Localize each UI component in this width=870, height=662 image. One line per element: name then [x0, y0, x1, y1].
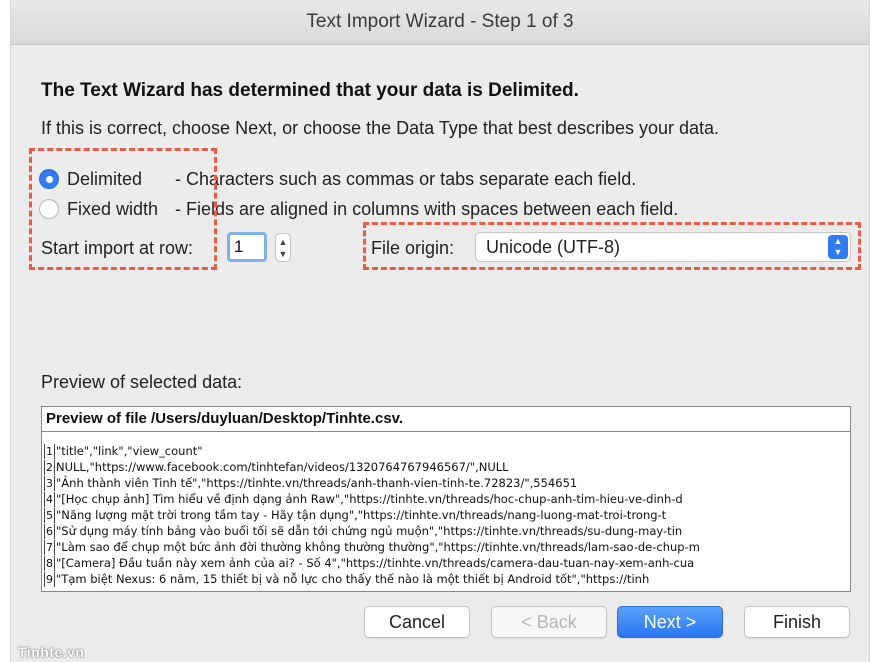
watermark-logo: Tinhte.vn	[18, 644, 85, 660]
highlight-box-file-origin	[363, 222, 861, 270]
row-text: "Làm sao để chụp một bức ảnh đời thường …	[56, 540, 700, 554]
back-button[interactable]: < Back	[491, 606, 607, 638]
preview-pane[interactable]: Preview of file /Users/duyluan/Desktop/T…	[41, 406, 851, 592]
row-number: 9	[44, 572, 55, 587]
row-number: 2	[44, 460, 55, 475]
row-number: 1	[44, 444, 55, 459]
stepper-down-icon[interactable]: ▼	[276, 248, 290, 260]
row-text: "Ảnh thành viên Tinh tế","https://tinhte…	[56, 476, 578, 490]
radio-description-delimited: - Characters such as commas or tabs sepa…	[175, 168, 637, 189]
preview-label: Preview of selected data:	[41, 372, 243, 392]
start-row-stepper[interactable]: ▲ ▼	[275, 233, 291, 262]
row-text: "title","link","view_count"	[56, 444, 203, 458]
row-text: "[Camera] Đầu tuần này xem ảnh của ai? -…	[56, 556, 695, 570]
start-row-input[interactable]: 1	[227, 232, 267, 262]
next-button[interactable]: Next >	[617, 606, 723, 638]
row-text: "Năng lượng mặt trời trong tầm tay - Hãy…	[56, 508, 667, 522]
preview-row: 2 NULL,"https://www.facebook.com/tinhtefa…	[44, 459, 850, 475]
preview-row: 4 "[Học chụp ảnh] Tìm hiểu về định dạng ả…	[44, 491, 850, 507]
preview-row: 6 "Sử dụng máy tính bảng vào buổi tối sẽ …	[44, 523, 850, 539]
preview-row: 3 "Ảnh thành viên Tinh tế","https://tinht…	[44, 475, 850, 491]
row-text: "Tạm biệt Nexus: 6 năm, 15 thiết bị và n…	[56, 572, 650, 586]
row-text: "Sử dụng máy tính bảng vào buổi tối sẽ d…	[56, 524, 683, 538]
stepper-up-icon[interactable]: ▲	[276, 236, 290, 248]
highlight-box-data-type	[29, 148, 217, 270]
radio-description-fixed-width: - Fields are aligned in columns with spa…	[175, 198, 679, 219]
row-text: NULL,"https://www.facebook.com/tinhtefan…	[56, 460, 509, 474]
row-number: 5	[44, 508, 55, 523]
finish-button[interactable]: Finish	[744, 606, 850, 638]
preview-row: 1 "title","link","view_count"	[44, 443, 850, 459]
preview-row: 9 "Tạm biệt Nexus: 6 năm, 15 thiết bị và …	[44, 571, 850, 587]
cancel-button[interactable]: Cancel	[364, 606, 470, 638]
wizard-subheading: If this is correct, choose Next, or choo…	[41, 118, 720, 138]
preview-header: Preview of file /Users/duyluan/Desktop/T…	[42, 407, 850, 432]
row-text: "[Học chụp ảnh] Tìm hiểu về định dạng ản…	[56, 492, 683, 506]
text-import-wizard-window: Text Import Wizard - Step 1 of 3 The Tex…	[10, 0, 870, 662]
preview-row: 5 "Năng lượng mặt trời trong tầm tay - Hã…	[44, 507, 850, 523]
row-number: 6	[44, 524, 55, 539]
preview-rows: 1 "title","link","view_count" 2 NULL,"http…	[44, 443, 850, 587]
row-number: 8	[44, 556, 55, 571]
row-number: 7	[44, 540, 55, 555]
row-number: 3	[44, 476, 55, 491]
wizard-heading: The Text Wizard has determined that your…	[41, 80, 579, 101]
preview-row: 7 "Làm sao để chụp một bức ảnh đời thường…	[44, 539, 850, 555]
window-title: Text Import Wizard - Step 1 of 3	[11, 0, 869, 45]
preview-row: 8 "[Camera] Đầu tuần này xem ảnh của ai? …	[44, 555, 850, 571]
row-number: 4	[44, 492, 55, 507]
